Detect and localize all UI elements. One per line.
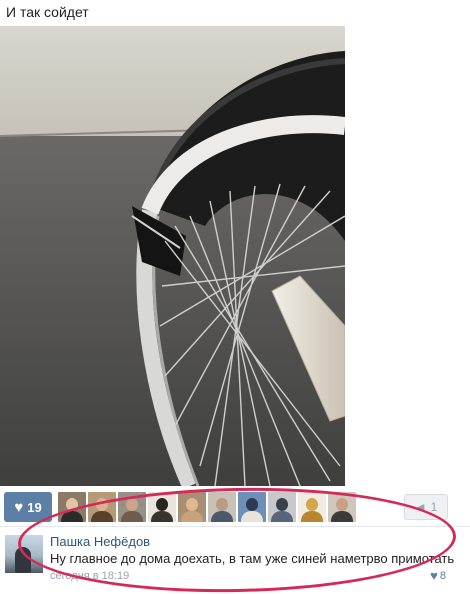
liker-avatar[interactable] — [58, 492, 86, 522]
heart-icon: ♥ — [430, 568, 438, 583]
like-button[interactable]: ♥ 19 — [4, 492, 52, 522]
share-button[interactable]: ◄ 1 — [404, 494, 448, 520]
likes-row: ♥ 19 ◄ 1 — [0, 490, 470, 524]
avatar[interactable] — [5, 535, 43, 573]
liker-avatar[interactable] — [268, 492, 296, 522]
liker-avatar[interactable] — [88, 492, 116, 522]
liker-avatar[interactable] — [238, 492, 266, 522]
liker-avatars — [58, 492, 356, 522]
heart-icon: ♥ — [14, 498, 24, 516]
comment: Пашка Нефёдов Ну главное до дома доехать… — [0, 526, 470, 586]
liker-avatar[interactable] — [298, 492, 326, 522]
liker-avatar[interactable] — [328, 492, 356, 522]
liker-avatar[interactable] — [208, 492, 236, 522]
liker-avatar[interactable] — [148, 492, 176, 522]
comment-author[interactable]: Пашка Нефёдов — [50, 534, 150, 549]
liker-avatar[interactable] — [178, 492, 206, 522]
comment-timestamp[interactable]: сегодня в 18:19 — [50, 570, 129, 582]
post-caption: И так сойдет — [6, 4, 89, 20]
megaphone-icon: ◄ — [414, 500, 427, 514]
comment-like-count: 8 — [439, 569, 446, 582]
share-count: 1 — [430, 500, 438, 514]
post-photo[interactable] — [0, 26, 345, 486]
like-count: 19 — [27, 499, 42, 515]
comment-like-button[interactable]: ♥ 8 — [430, 568, 446, 583]
comment-text: Ну главное до дома доехать, в там уже си… — [50, 551, 455, 566]
liker-avatar[interactable] — [118, 492, 146, 522]
bicycle-wheel-photo — [0, 26, 345, 486]
